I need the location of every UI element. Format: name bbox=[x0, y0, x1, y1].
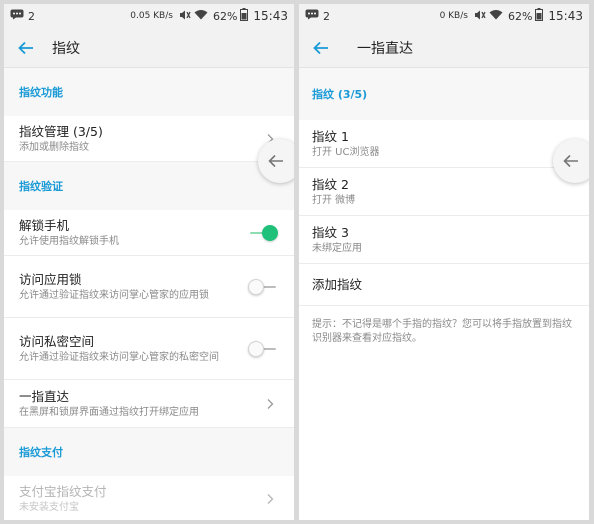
hint-text: 提示：不记得是哪个手指的指纹？您可以将手指放置到指纹识别器来查看对应指纹。 bbox=[299, 306, 589, 358]
arrow-left-icon bbox=[313, 41, 328, 54]
setting-title: 支付宝指纹支付 bbox=[19, 484, 107, 499]
net-speed: 0 KB/s bbox=[439, 11, 468, 21]
add-fingerprint-label: 添加指纹 bbox=[312, 277, 363, 292]
setting-subtitle: 在黑屏和锁屏界面通过指纹打开绑定应用 bbox=[19, 407, 199, 418]
fingerprint-item-3[interactable]: 指纹 3 未绑定应用 bbox=[299, 216, 589, 264]
message-icon bbox=[10, 9, 24, 23]
setting-subtitle: 允许通过验证指纹来访问掌心管家的应用锁 bbox=[19, 290, 209, 301]
fingerprint-item-1[interactable]: 指纹 1 打开 UC浏览器 bbox=[299, 120, 589, 168]
setting-quick-launch[interactable]: 一指直达 在黑屏和锁屏界面通过指纹打开绑定应用 bbox=[4, 380, 294, 428]
chevron-right-icon bbox=[267, 493, 274, 504]
clock: 15:43 bbox=[548, 9, 583, 23]
notification-count: 2 bbox=[323, 9, 330, 23]
floating-back-button[interactable] bbox=[553, 139, 589, 183]
floating-back-icon bbox=[563, 154, 578, 168]
wifi-icon bbox=[489, 9, 503, 23]
screen-quick-launch: 2 0 KB/s 62% 15:43 一指直达 指纹 (3/5) 指纹 1 打开 bbox=[299, 4, 589, 520]
fingerprint-binding: 未绑定应用 bbox=[312, 243, 362, 254]
fingerprint-title: 指纹 2 bbox=[312, 177, 349, 192]
setting-unlock-phone[interactable]: 解锁手机 允许使用指纹解锁手机 bbox=[4, 210, 294, 256]
arrow-left-icon bbox=[18, 41, 33, 54]
section-header-verify: 指纹验证 bbox=[4, 162, 294, 210]
message-icon bbox=[305, 9, 319, 23]
setting-title: 一指直达 bbox=[19, 389, 70, 404]
status-bar: 2 0 KB/s 62% 15:43 bbox=[299, 4, 589, 28]
fingerprint-binding: 打开 微博 bbox=[312, 195, 356, 206]
battery-percent: 62% bbox=[212, 9, 238, 23]
setting-subtitle: 添加或删除指纹 bbox=[19, 142, 89, 153]
section-header-pay: 指纹支付 bbox=[4, 428, 294, 476]
fingerprint-title: 指纹 1 bbox=[312, 129, 349, 144]
app-lock-toggle[interactable] bbox=[248, 278, 278, 295]
floating-back-button[interactable] bbox=[258, 139, 294, 183]
setting-alipay: 支付宝指纹支付 未安装支付宝 bbox=[4, 476, 294, 520]
mute-icon bbox=[179, 9, 191, 24]
setting-subtitle: 允许使用指纹解锁手机 bbox=[19, 236, 119, 247]
setting-title: 解锁手机 bbox=[19, 218, 70, 233]
notification-count: 2 bbox=[28, 9, 35, 23]
net-speed: 0.05 KB/s bbox=[130, 11, 173, 21]
back-button[interactable] bbox=[4, 28, 48, 68]
chevron-right-icon bbox=[267, 398, 274, 409]
setting-subtitle: 允许通过验证指纹来访问掌心管家的私密空间 bbox=[19, 352, 219, 363]
fingerprint-item-2[interactable]: 指纹 2 打开 微博 bbox=[299, 168, 589, 216]
section-header-fingerprints: 指纹 (3/5) bbox=[299, 68, 589, 120]
wifi-icon bbox=[194, 9, 208, 23]
page-title: 指纹 bbox=[52, 40, 80, 57]
battery-icon bbox=[535, 8, 544, 24]
setting-title: 访问应用锁 bbox=[19, 272, 82, 287]
section-header-function: 指纹功能 bbox=[4, 68, 294, 116]
floating-back-icon bbox=[268, 154, 283, 168]
fingerprint-title: 指纹 3 bbox=[312, 225, 349, 240]
settings-list: 指纹功能 指纹管理 (3/5) 添加或删除指纹 指纹验证 解锁手机 允许使用指纹… bbox=[4, 68, 294, 520]
setting-subtitle: 未安装支付宝 bbox=[19, 502, 79, 513]
clock: 15:43 bbox=[253, 9, 288, 23]
fingerprint-binding: 打开 UC浏览器 bbox=[312, 147, 380, 158]
setting-app-lock[interactable]: 访问应用锁 允许通过验证指纹来访问掌心管家的应用锁 bbox=[4, 256, 294, 318]
add-fingerprint-button[interactable]: 添加指纹 bbox=[299, 264, 589, 306]
status-bar: 2 0.05 KB/s 62% 15:43 bbox=[4, 4, 294, 28]
fingerprint-list: 指纹 (3/5) 指纹 1 打开 UC浏览器 指纹 2 打开 微博 指纹 3 未… bbox=[299, 68, 589, 358]
setting-title: 访问私密空间 bbox=[19, 334, 95, 349]
battery-percent: 62% bbox=[507, 9, 533, 23]
setting-fingerprint-manage[interactable]: 指纹管理 (3/5) 添加或删除指纹 bbox=[4, 116, 294, 162]
page-title: 一指直达 bbox=[357, 40, 413, 57]
screen-fingerprint-settings: 2 0.05 KB/s 62% 15:43 指纹 指纹功能 指纹管理 (3/5) bbox=[4, 4, 294, 520]
battery-icon bbox=[240, 8, 249, 24]
app-bar: 指纹 bbox=[4, 28, 294, 68]
private-space-toggle[interactable] bbox=[248, 340, 278, 357]
app-bar: 一指直达 bbox=[299, 28, 589, 68]
mute-icon bbox=[474, 9, 486, 24]
back-button[interactable] bbox=[299, 28, 343, 68]
unlock-phone-toggle[interactable] bbox=[248, 224, 278, 241]
setting-private-space[interactable]: 访问私密空间 允许通过验证指纹来访问掌心管家的私密空间 bbox=[4, 318, 294, 380]
setting-title: 指纹管理 (3/5) bbox=[19, 124, 103, 139]
